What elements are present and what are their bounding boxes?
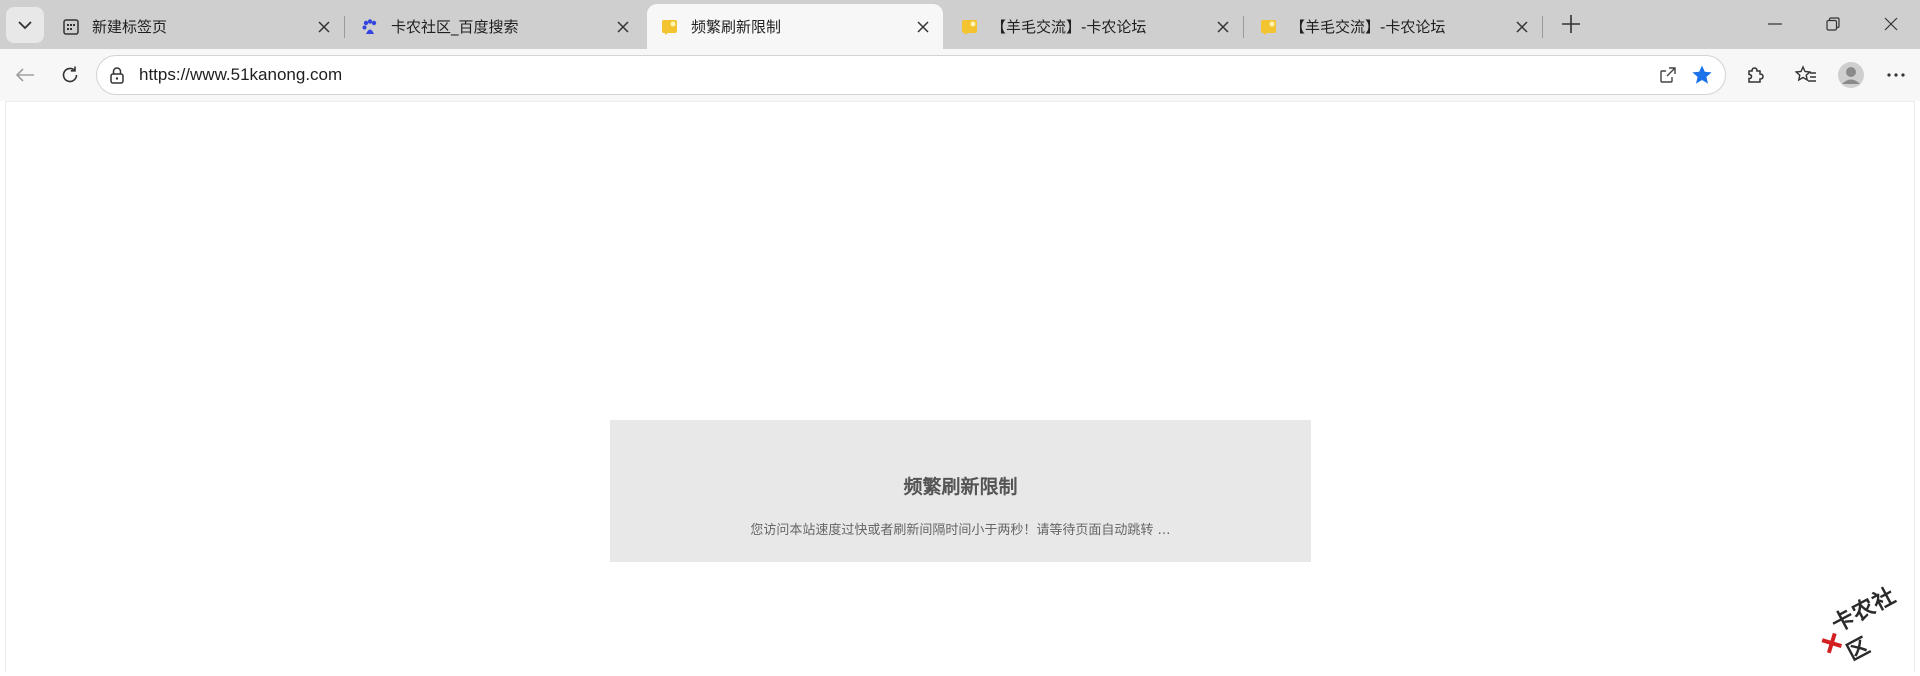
tab-forum-1[interactable]: 【羊毛交流】-卡农论坛 (947, 4, 1244, 49)
arrow-left-icon (15, 68, 34, 82)
refresh-icon (62, 66, 78, 83)
address-bar[interactable]: https://www.51kanong.com (96, 55, 1726, 95)
tab-title: 新建标签页 (92, 18, 168, 36)
close-icon[interactable] (611, 15, 635, 39)
tab-title: 【羊毛交流】-卡农论坛 (1290, 18, 1446, 36)
lock-icon[interactable] (107, 65, 127, 85)
close-icon[interactable] (1211, 15, 1235, 39)
favorite-star-icon[interactable] (1685, 58, 1719, 92)
notice-message: 您访问本站速度过快或者刷新间隔时间小于两秒！请等待页面自动跳转 … (750, 523, 1171, 538)
tab-actions-menu-button[interactable] (6, 7, 44, 43)
settings-more-button[interactable] (1878, 57, 1914, 93)
favorites-button[interactable] (1788, 57, 1824, 93)
restore-button[interactable] (1804, 0, 1862, 48)
close-icon[interactable] (1510, 15, 1534, 39)
site-favicon-icon (661, 18, 679, 36)
close-icon[interactable] (312, 15, 336, 39)
site-favicon-icon (961, 18, 979, 36)
plus-icon (1562, 15, 1580, 33)
more-horizontal-icon (1887, 73, 1905, 77)
minimize-button[interactable] (1746, 0, 1804, 48)
refresh-button[interactable] (52, 57, 88, 93)
refresh-limit-notice: 频繁刷新限制 您访问本站速度过快或者刷新间隔时间小于两秒！请等待页面自动跳转 … (610, 420, 1311, 562)
restore-icon (1826, 17, 1840, 31)
profile-button[interactable] (1833, 57, 1869, 93)
new-tab-button[interactable] (1556, 9, 1586, 39)
avatar-icon (1838, 62, 1864, 88)
tab-title: 卡农社区_百度搜索 (391, 18, 519, 36)
url-text[interactable]: https://www.51kanong.com (139, 65, 1651, 85)
favorites-list-icon (1795, 65, 1816, 82)
baidu-paw-icon (361, 18, 379, 36)
tab-separator (344, 16, 345, 38)
back-button[interactable] (7, 57, 43, 93)
browser-toolbar: https://www.51kanong.com (0, 49, 1920, 101)
tab-strip: 新建标签页 卡农社区_百度搜索 频繁刷新限制 【羊毛交流】-卡农论坛 【羊毛交流… (0, 0, 1920, 49)
close-window-button[interactable] (1862, 0, 1920, 48)
notice-heading: 频繁刷新限制 (903, 476, 1018, 498)
site-favicon-icon (1260, 18, 1278, 36)
page-content: 频繁刷新限制 您访问本站速度过快或者刷新间隔时间小于两秒！请等待页面自动跳转 … (5, 101, 1915, 672)
chevron-down-icon (18, 21, 32, 30)
tab-refresh-limit[interactable]: 频繁刷新限制 (647, 4, 943, 49)
tab-separator (1243, 16, 1244, 38)
tab-title: 频繁刷新限制 (691, 18, 782, 36)
tab-baidu-search[interactable]: 卡农社区_百度搜索 (347, 4, 643, 49)
tab-forum-2[interactable]: 【羊毛交流】-卡农论坛 (1246, 4, 1543, 49)
minimize-icon (1768, 23, 1782, 25)
tab-new-tab[interactable]: 新建标签页 (48, 4, 345, 49)
tab-separator (1542, 16, 1543, 38)
tab-title: 【羊毛交流】-卡农论坛 (991, 18, 1147, 36)
close-icon (1884, 17, 1898, 31)
close-icon[interactable] (911, 15, 935, 39)
new-tab-page-icon (62, 18, 80, 36)
open-in-app-icon[interactable] (1651, 58, 1685, 92)
extensions-button[interactable] (1737, 57, 1773, 93)
puzzle-icon (1748, 67, 1764, 83)
